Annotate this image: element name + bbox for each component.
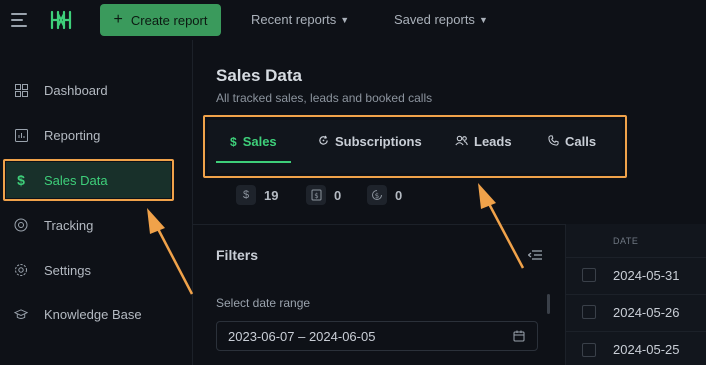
row-checkbox[interactable] (582, 305, 596, 319)
sidebar-item-label: Knowledge Base (44, 306, 142, 322)
graduation-cap-icon (14, 307, 28, 321)
sidebar-item-tracking[interactable]: Tracking (0, 205, 193, 245)
svg-text:$: $ (314, 192, 318, 200)
chevron-down-icon: ▼ (478, 14, 488, 25)
arrow-to-tabs (478, 183, 525, 269)
row-checkbox[interactable] (582, 343, 596, 357)
menu-icon[interactable] (11, 13, 27, 27)
stat-refunds: $ 0 (367, 185, 402, 205)
chevron-down-icon: ▼ (340, 14, 350, 25)
calendar-icon[interactable] (513, 330, 525, 342)
filters-scrollbar[interactable] (547, 294, 550, 314)
create-report-button[interactable]: + Create report (100, 4, 221, 36)
filters-title: Filters (216, 247, 259, 263)
grid-icon (14, 83, 28, 97)
logo-icon[interactable] (49, 8, 73, 32)
sidebar-item-label: Tracking (44, 217, 94, 233)
sidebar-item-settings[interactable]: Settings (0, 250, 193, 290)
column-header-date[interactable]: DATE (613, 236, 638, 246)
stat-value: 0 (334, 187, 342, 203)
svg-text:$: $ (375, 192, 379, 200)
plus-icon: + (113, 11, 123, 28)
date-range-label: Select date range (216, 296, 311, 310)
stat-value: 0 (395, 187, 403, 203)
target-icon (14, 218, 28, 232)
sidebar-item-label: Dashboard (44, 82, 108, 98)
recent-reports-label: Recent reports (251, 12, 337, 27)
sidebar-item-label: Settings (44, 262, 91, 278)
top-bar: + Create report Recent reports ▼ Saved r… (0, 0, 706, 40)
saved-reports-label: Saved reports (394, 12, 475, 27)
sidebar-item-label: Reporting (44, 127, 101, 143)
refund-icon: $ (367, 185, 387, 205)
collapse-filters-icon[interactable] (528, 249, 542, 261)
row-checkbox[interactable] (582, 268, 596, 282)
gear-icon (14, 263, 28, 277)
row-date: 2024-05-25 (613, 342, 680, 357)
sidebar-item-dashboard[interactable]: Dashboard (0, 70, 193, 110)
row-date: 2024-05-26 (613, 305, 680, 320)
tabs-highlight-box (203, 115, 627, 178)
sidebar-item-reporting[interactable]: Reporting (0, 115, 193, 155)
saved-reports-dropdown[interactable]: Saved reports ▼ (394, 12, 488, 27)
recent-reports-dropdown[interactable]: Recent reports ▼ (251, 12, 349, 27)
stat-value: 19 (264, 187, 279, 203)
receipt-icon: $ (306, 185, 326, 205)
sales-data-highlight-box (3, 159, 174, 201)
date-range-value: 2023-06-07 – 2024-06-05 (228, 328, 376, 344)
page-subtitle: All tracked sales, leads and booked call… (216, 91, 433, 105)
page-title: Sales Data (216, 66, 302, 85)
create-report-label: Create report (130, 12, 208, 28)
sidebar-item-knowledge-base[interactable]: Knowledge Base (0, 294, 193, 334)
date-range-input[interactable]: 2023-06-07 – 2024-06-05 (216, 321, 538, 351)
row-date: 2024-05-31 (613, 268, 680, 283)
stat-subscriptions: $ 0 (306, 185, 341, 205)
bar-chart-icon (14, 128, 28, 142)
dollar-icon: $ (236, 185, 256, 205)
stat-sales: $ 19 (236, 185, 278, 205)
